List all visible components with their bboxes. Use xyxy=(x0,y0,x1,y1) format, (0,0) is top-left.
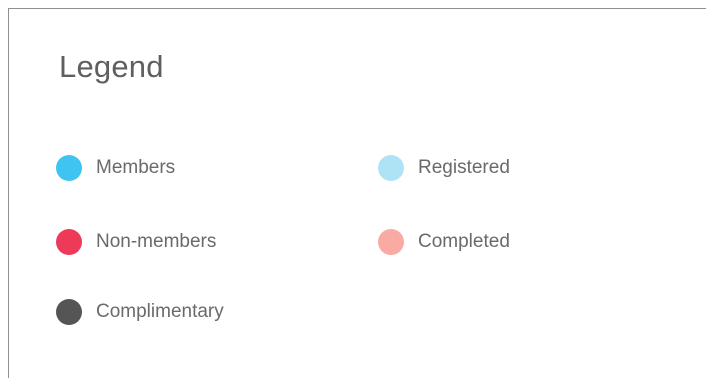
legend-label-members: Members xyxy=(96,157,176,178)
legend-item-complimentary: Complimentary xyxy=(56,299,224,325)
legend-title: Legend xyxy=(59,49,164,84)
legend-item-registered: Registered xyxy=(378,155,510,181)
non-members-dot-icon xyxy=(56,229,82,255)
complimentary-dot-icon xyxy=(56,299,82,325)
completed-dot-icon xyxy=(378,229,404,255)
legend-item-members: Members xyxy=(56,155,175,181)
legend-item-completed: Completed xyxy=(378,229,510,255)
legend-label-non-members: Non-members xyxy=(96,231,217,252)
members-dot-icon xyxy=(56,155,82,181)
legend-panel: Legend Members Registered Non-members Co… xyxy=(8,8,706,378)
legend-label-registered: Registered xyxy=(418,157,510,178)
registered-dot-icon xyxy=(378,155,404,181)
legend-item-non-members: Non-members xyxy=(56,229,216,255)
legend-label-complimentary: Complimentary xyxy=(96,301,224,322)
legend-label-completed: Completed xyxy=(418,231,510,252)
